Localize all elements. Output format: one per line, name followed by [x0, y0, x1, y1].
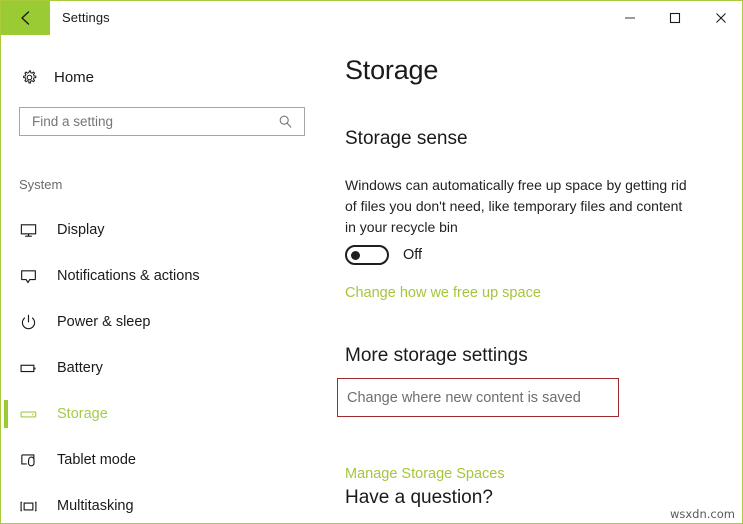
- tablet-touch-icon: [19, 451, 45, 470]
- sidebar-item-label: Power & sleep: [57, 314, 151, 330]
- have-a-question-heading: Have a question?: [345, 487, 493, 508]
- storage-sense-description: Windows can automatically free up space …: [345, 177, 687, 235]
- change-where-new-content-saved-link[interactable]: Change where new content is saved: [347, 390, 581, 406]
- sidebar-item-display[interactable]: Display: [1, 207, 333, 253]
- sidebar-item-notifications-actions[interactable]: Notifications & actions: [1, 253, 333, 299]
- selection-accent-bar: [4, 446, 8, 474]
- sidebar-group-label: System: [19, 177, 63, 192]
- selection-accent-bar: [4, 216, 8, 244]
- maximize-button[interactable]: [652, 1, 697, 35]
- search-input[interactable]: [20, 108, 268, 135]
- speech-bubble-icon: [19, 267, 45, 286]
- sidebar-item-storage[interactable]: Storage: [1, 391, 333, 437]
- storage-sense-toggle-row: Off: [345, 245, 422, 265]
- sidebar-item-label: Multitasking: [57, 498, 134, 514]
- change-free-up-space-link[interactable]: Change how we free up space: [345, 285, 541, 301]
- minimize-button[interactable]: [607, 1, 652, 35]
- annotation-highlight-box: Change where new content is saved: [337, 378, 619, 417]
- power-icon: [19, 313, 45, 332]
- settings-window: Settings Home Find a setting System Disp…: [0, 0, 743, 524]
- sidebar-item-home[interactable]: Home: [1, 61, 333, 93]
- sidebar-item-tablet-mode[interactable]: Tablet mode: [1, 437, 333, 483]
- search-box[interactable]: [19, 107, 305, 136]
- selection-accent-bar: [4, 492, 8, 520]
- sidebar-item-label: Storage: [57, 406, 108, 422]
- search-icon[interactable]: [268, 114, 302, 129]
- battery-icon: [19, 359, 45, 378]
- main-content: Storage Storage sense Windows can automa…: [333, 35, 742, 523]
- close-icon: [715, 13, 726, 23]
- watermark: wsxdn.com: [669, 507, 735, 521]
- maximize-icon: [669, 12, 680, 24]
- more-storage-settings-heading: More storage settings: [345, 345, 528, 366]
- drive-icon: [19, 405, 45, 424]
- storage-sense-heading: Storage sense: [345, 128, 468, 149]
- selection-accent-bar: [4, 354, 8, 382]
- selection-accent-bar: [4, 308, 8, 336]
- storage-sense-toggle[interactable]: [345, 245, 389, 265]
- gear-icon: [17, 69, 41, 86]
- toggle-state-label: Off: [403, 247, 423, 263]
- back-arrow-icon: [20, 11, 29, 25]
- sidebar-nav-list: Display Notifications & actions Power & …: [1, 207, 333, 523]
- page-title: Storage: [345, 55, 439, 85]
- toggle-knob: [351, 251, 360, 260]
- sidebar-item-label: Display: [57, 222, 105, 238]
- multitasking-icon: [19, 497, 45, 516]
- back-button[interactable]: [1, 1, 50, 35]
- title-bar: Settings: [1, 1, 742, 35]
- sidebar-item-label: Notifications & actions: [57, 268, 200, 284]
- sidebar-item-power-sleep[interactable]: Power & sleep: [1, 299, 333, 345]
- sidebar-item-multitasking[interactable]: Multitasking: [1, 483, 333, 523]
- sidebar: Home System: [1, 35, 333, 523]
- selection-accent-bar: [4, 262, 8, 290]
- app-title: Settings: [62, 10, 110, 25]
- sidebar-item-battery[interactable]: Battery: [1, 345, 333, 391]
- manage-storage-spaces-link[interactable]: Manage Storage Spaces: [345, 466, 505, 482]
- selection-accent-bar: [4, 400, 8, 428]
- close-button[interactable]: [698, 1, 742, 35]
- minimize-icon: [624, 17, 635, 19]
- sidebar-item-label: Tablet mode: [57, 452, 136, 468]
- monitor-icon: [19, 221, 45, 240]
- sidebar-item-label: Battery: [57, 360, 103, 376]
- sidebar-home-label: Home: [54, 68, 95, 86]
